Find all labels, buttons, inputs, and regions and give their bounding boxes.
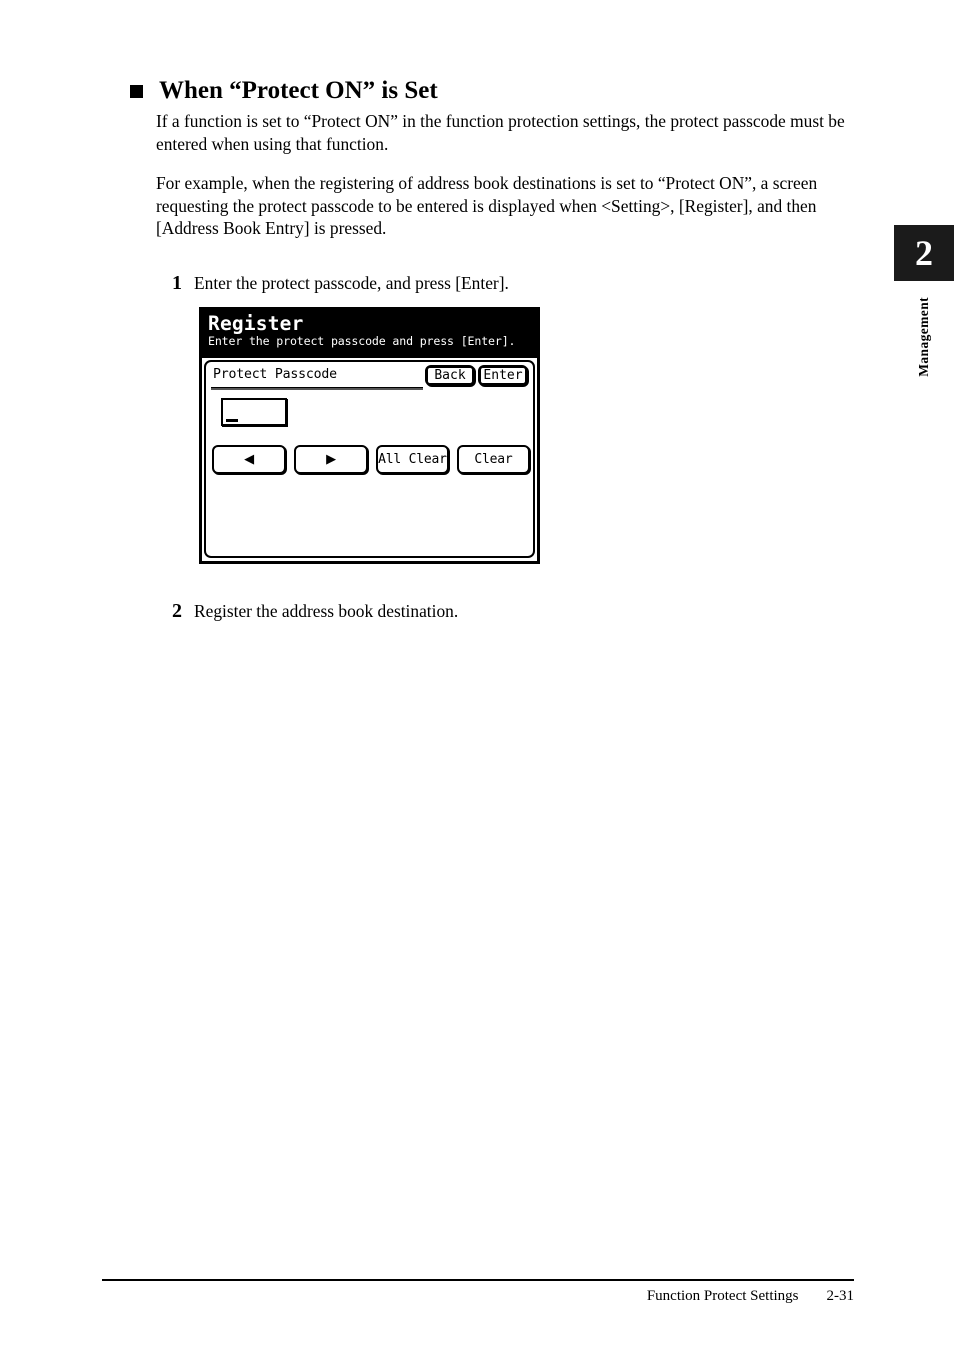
footer-section-title: Function Protect Settings (646, 1288, 799, 1304)
back-button-label: Back (427, 367, 473, 384)
device-screen-header: Register Enter the protect passcode and … (202, 310, 537, 358)
device-screen-instruction: Enter the protect passcode and press [En… (208, 334, 516, 348)
left-arrow-icon: ◀ (244, 452, 254, 467)
keypad-button-row: ◀ ▶ All Clear Clear (212, 445, 530, 474)
footer: Function Protect Settings 2-31 (647, 1288, 854, 1305)
clear-button[interactable]: Clear (457, 445, 530, 474)
all-clear-button[interactable]: All Clear (376, 445, 449, 474)
device-header-button-group: Back Enter (425, 365, 528, 386)
all-clear-button-label: All Clear (378, 452, 447, 467)
field-separator (211, 387, 423, 390)
left-arrow-button[interactable]: ◀ (212, 445, 286, 474)
chapter-number-box: 2 (894, 225, 954, 281)
device-screen-mockup: Register Enter the protect passcode and … (199, 307, 540, 564)
passcode-input[interactable] (221, 398, 287, 426)
clear-button-label: Clear (474, 452, 513, 467)
step-item-1: 1 Enter the protect passcode, and press … (172, 272, 509, 295)
chapter-side-tab: 2 Management (894, 225, 954, 382)
device-screen-panel: Protect Passcode Back Enter ◀ ▶ All Clea… (204, 360, 535, 558)
enter-button[interactable]: Enter (478, 365, 528, 386)
device-screen-title: Register (208, 312, 304, 335)
protect-passcode-label: Protect Passcode (213, 367, 337, 382)
step-item-2: 2 Register the address book destination. (172, 600, 458, 623)
footer-page-number: 2-31 (826, 1288, 855, 1304)
right-arrow-button[interactable]: ▶ (294, 445, 368, 474)
step-text: Enter the protect passcode, and press [E… (194, 273, 509, 293)
chapter-label: Management (916, 297, 931, 377)
right-arrow-icon: ▶ (326, 452, 336, 467)
square-bullet-icon (130, 85, 143, 98)
body-paragraph-1: If a function is set to “Protect ON” in … (156, 111, 845, 154)
body-paragraph-2: For example, when the registering of add… (156, 173, 818, 238)
enter-button-label: Enter (480, 367, 526, 384)
page-title: When “Protect ON” is Set (159, 77, 438, 104)
text-cursor-icon (226, 419, 238, 422)
step-text: Register the address book destination. (194, 601, 459, 621)
section-heading: When “Protect ON” is Set (130, 76, 438, 106)
footer-divider (102, 1279, 854, 1281)
step-number: 1 (172, 272, 182, 294)
step-number: 2 (172, 600, 182, 622)
back-button[interactable]: Back (425, 365, 475, 386)
